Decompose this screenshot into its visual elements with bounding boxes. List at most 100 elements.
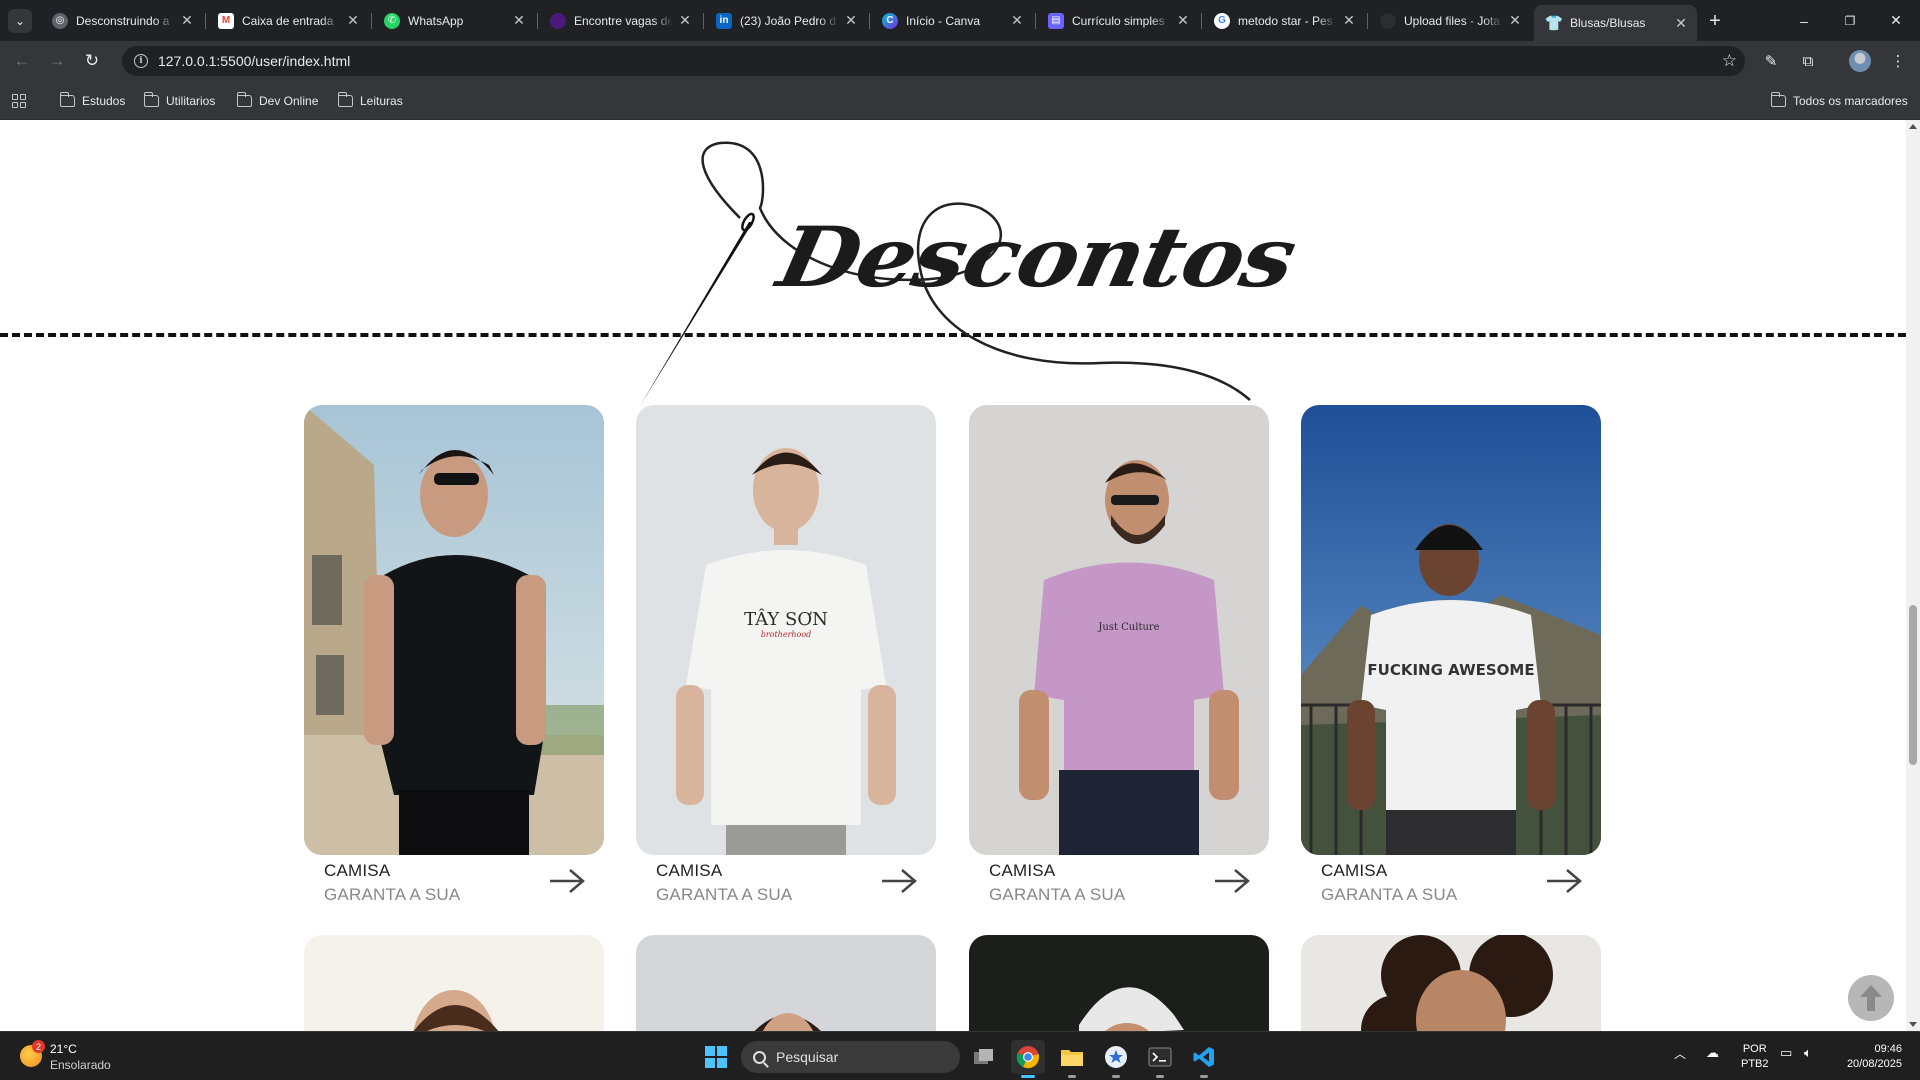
close-window-button[interactable]: ✕	[1873, 0, 1919, 41]
tab-3[interactable]: Encontre vagas de ✕	[538, 5, 701, 36]
task-view-icon[interactable]	[967, 1040, 1001, 1074]
tab-search-chevron-icon[interactable]: ⌄	[8, 9, 32, 33]
tab-title: Upload files · Jota	[1404, 13, 1501, 28]
site-info-icon[interactable]: i	[126, 46, 156, 76]
product-photo[interactable]	[1301, 935, 1601, 1031]
url-text[interactable]: 127.0.0.1:5500/user/index.html	[158, 53, 350, 69]
language-indicator[interactable]: POR PTB2	[1741, 1042, 1769, 1072]
weather-description[interactable]: Ensolarado	[50, 1058, 111, 1072]
close-tab-icon[interactable]: ✕	[179, 12, 195, 29]
product-title: CAMISA	[1321, 861, 1388, 880]
close-tab-icon[interactable]: ✕	[843, 12, 859, 29]
system-clock[interactable]: 09:46 20/08/2025	[1836, 1042, 1902, 1072]
product-title: CAMISA	[324, 861, 391, 880]
terminal-icon[interactable]	[1143, 1040, 1177, 1078]
tab-1[interactable]: M Caixa de entrada ✕	[206, 5, 369, 36]
close-tab-icon[interactable]: ✕	[1175, 12, 1191, 29]
close-tab-icon[interactable]: ✕	[1009, 12, 1025, 29]
tab-0[interactable]: ◎ Desconstruindo a ✕	[40, 5, 203, 36]
product-photo[interactable]	[636, 935, 936, 1031]
arrow-right-icon[interactable]	[1545, 867, 1583, 895]
bookmark-folder-estudos[interactable]: Estudos	[59, 90, 125, 112]
scroll-up-arrow-icon[interactable]	[1909, 124, 1917, 129]
tab-2[interactable]: ✆ WhatsApp ✕	[372, 5, 535, 36]
back-to-top-button[interactable]	[1848, 975, 1894, 1021]
bookmark-label: Dev Online	[259, 94, 319, 108]
product-subtitle: GARANTA A SUA	[1321, 885, 1458, 904]
chrome-icon[interactable]	[1011, 1040, 1045, 1078]
volume-icon[interactable]: 🔈︎	[1804, 1045, 1812, 1061]
tab-title: Início - Canva	[906, 13, 981, 28]
tray-expand-chevron-icon[interactable]: ︿	[1674, 1045, 1686, 1062]
reload-icon[interactable]: ↻	[78, 47, 106, 75]
bookmark-folder-leituras[interactable]: Leituras	[337, 90, 403, 112]
scrollbar-thumb[interactable]	[1909, 605, 1917, 765]
print-label: Just Culture	[1097, 622, 1159, 633]
weather-temperature[interactable]: 21°C	[50, 1042, 77, 1056]
product-photo[interactable]	[304, 935, 604, 1031]
folder-icon	[143, 92, 159, 107]
network-icon[interactable]: ▭	[1780, 1045, 1792, 1061]
all-bookmarks-folder[interactable]: Todos os marcadores	[1770, 90, 1908, 112]
file-explorer-icon[interactable]	[1055, 1040, 1089, 1078]
page-scrollbar[interactable]	[1906, 120, 1920, 1031]
language-code: POR	[1742, 1043, 1767, 1055]
tab-5[interactable]: C Início - Canva ✕	[870, 5, 1033, 36]
bookmarks-bar: Estudos Utilitarios Dev Online Leituras …	[0, 81, 1920, 120]
arrow-right-icon[interactable]	[1213, 867, 1251, 895]
tab-4[interactable]: in (23) João Pedro d ✕	[704, 5, 867, 36]
arrow-right-icon[interactable]	[548, 867, 586, 895]
product-photo[interactable]: Just Culture	[969, 405, 1269, 855]
folder-icon	[236, 92, 252, 107]
vscode-icon[interactable]	[1187, 1040, 1221, 1078]
tab-title: metodo star - Pes	[1238, 13, 1333, 28]
back-arrow-icon[interactable]: ←	[8, 47, 36, 75]
tab-7[interactable]: G metodo star - Pes ✕	[1202, 5, 1365, 36]
tab-9-active[interactable]: 👕 Blusas/Blusas ✕	[1534, 5, 1697, 41]
page-title: Descontos	[770, 208, 1303, 306]
close-tab-icon[interactable]: ✕	[1507, 12, 1523, 29]
profile-avatar[interactable]	[1849, 50, 1871, 72]
bookmark-label: Utilitarios	[166, 94, 216, 108]
extensions-puzzle-icon[interactable]: ⧉	[1794, 47, 1822, 75]
canva-icon: C	[882, 12, 898, 29]
google-icon: G	[1214, 12, 1230, 29]
tab-8[interactable]: Upload files · Jota ✕	[1368, 5, 1531, 36]
app-store-icon[interactable]	[1099, 1040, 1133, 1078]
address-bar[interactable]: i 127.0.0.1:5500/user/index.html ☆	[122, 46, 1745, 76]
product-photo[interactable]	[304, 405, 604, 855]
bookmark-label: Todos os marcadores	[1793, 94, 1908, 108]
close-tab-icon[interactable]: ✕	[345, 12, 361, 29]
windows-start-icon[interactable]	[705, 1046, 727, 1068]
tab-title: Currículo simples	[1072, 13, 1165, 28]
tab-strip: ⌄ ◎ Desconstruindo a ✕ M Caixa de entrad…	[0, 0, 1920, 41]
tab-6[interactable]: ▤ Currículo simples ✕	[1036, 5, 1199, 36]
taskbar-search[interactable]: Pesquisar	[741, 1041, 960, 1073]
restore-button[interactable]: ❐	[1827, 0, 1873, 41]
bookmark-star-icon[interactable]: ☆	[1722, 51, 1737, 71]
scroll-down-arrow-icon[interactable]	[1909, 1022, 1917, 1027]
onedrive-offline-icon[interactable]: ☁	[1706, 1045, 1719, 1061]
menu-kebab-icon[interactable]: ⋮	[1884, 47, 1912, 75]
minimize-button[interactable]: –	[1781, 0, 1827, 41]
close-tab-icon[interactable]: ✕	[1341, 12, 1357, 29]
product-photo[interactable]: FUCKING AWESOME	[1301, 405, 1601, 855]
eyedropper-icon[interactable]: ✎	[1757, 47, 1785, 75]
product-photo[interactable]	[969, 935, 1269, 1031]
arrow-right-icon[interactable]	[880, 867, 918, 895]
product-subtitle: GARANTA A SUA	[656, 885, 793, 904]
bookmark-folder-dev-online[interactable]: Dev Online	[236, 90, 319, 112]
bookmark-folder-utilitarios[interactable]: Utilitarios	[143, 90, 216, 112]
new-tab-button[interactable]: +	[1702, 8, 1728, 34]
product-photo[interactable]: TÂY SƠN brotherhood	[636, 405, 936, 855]
close-tab-icon[interactable]: ✕	[1673, 15, 1689, 32]
close-tab-icon[interactable]: ✕	[677, 12, 693, 29]
apps-grid-icon[interactable]	[12, 94, 26, 108]
tab-title: WhatsApp	[408, 13, 464, 28]
search-icon	[753, 1050, 766, 1064]
folder-icon	[59, 92, 75, 107]
print-label: brotherhood	[761, 630, 812, 639]
close-tab-icon[interactable]: ✕	[511, 12, 527, 29]
forward-arrow-icon[interactable]: →	[43, 47, 71, 75]
browser-toolbar: ← → ↻ i 127.0.0.1:5500/user/index.html ☆…	[0, 41, 1920, 81]
